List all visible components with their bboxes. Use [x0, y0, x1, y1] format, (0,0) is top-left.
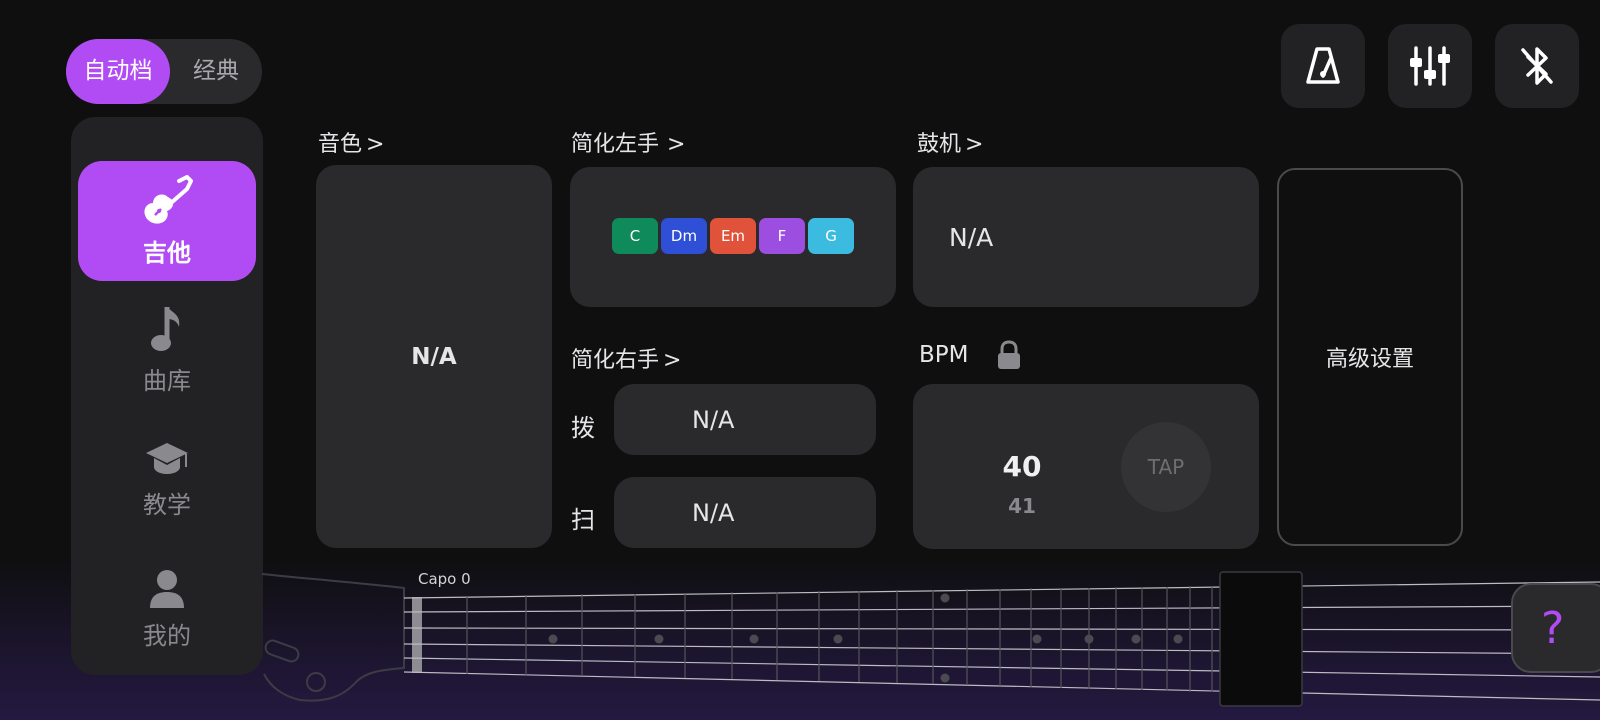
strum-value: N/A	[692, 498, 735, 527]
sidebar-item-guitar[interactable]: 吉他	[78, 161, 256, 281]
tone-card[interactable]: N/A	[316, 165, 552, 548]
chord-chip-f[interactable]: F	[759, 218, 805, 254]
lock-icon[interactable]	[996, 340, 1022, 370]
chord-list: C Dm Em F G	[612, 218, 854, 254]
bpm-title: BPM	[919, 342, 969, 368]
chevron-right-icon: >	[667, 132, 686, 157]
sidebar-item-label: 曲库	[143, 366, 191, 395]
mode-toggle: 自动档 经典	[66, 39, 262, 104]
tuning-peg	[264, 639, 300, 663]
fretboard-viewport-window[interactable]	[1219, 571, 1303, 707]
chord-chip-c[interactable]: C	[612, 218, 658, 254]
right-hand-title[interactable]: 简化右手 >	[571, 342, 681, 374]
mixer-sliders-icon	[1410, 46, 1450, 86]
chevron-right-icon: >	[663, 348, 682, 373]
bluetooth-button[interactable]	[1495, 24, 1579, 108]
sidebar-item-teaching[interactable]: 教学	[78, 419, 256, 539]
strum-label: 扫	[571, 506, 595, 534]
strings	[403, 581, 1600, 701]
chord-chip-g[interactable]: G	[808, 218, 854, 254]
tuning-peg	[306, 672, 326, 692]
drum-title[interactable]: 鼓机 >	[917, 126, 983, 158]
pluck-field[interactable]: N/A	[614, 384, 876, 455]
bpm-value[interactable]: 40	[1000, 450, 1044, 483]
pluck-value: N/A	[692, 405, 735, 434]
chevron-right-icon: >	[965, 132, 984, 157]
guitar-icon	[144, 174, 193, 224]
tone-title-label: 音色	[318, 132, 363, 157]
metronome-button[interactable]	[1281, 24, 1365, 108]
guitar-fretboard[interactable]	[0, 560, 1600, 720]
drum-card[interactable]: N/A	[913, 167, 1259, 307]
mixer-button[interactable]	[1388, 24, 1472, 108]
sidebar-item-library[interactable]: 曲库	[78, 289, 256, 409]
question-mark-icon: ?	[1541, 602, 1565, 654]
drum-value: N/A	[949, 222, 994, 252]
capo-label[interactable]: Capo 0	[418, 570, 471, 588]
mode-auto-button[interactable]: 自动档	[66, 39, 170, 104]
advanced-settings-button[interactable]: 高级设置	[1277, 168, 1463, 546]
left-hand-title[interactable]: 简化左手 >	[571, 126, 685, 158]
help-button[interactable]: ?	[1511, 583, 1600, 673]
strum-field[interactable]: N/A	[614, 477, 876, 548]
pluck-label: 拨	[571, 414, 595, 442]
right-hand-title-label: 简化右手	[571, 348, 660, 373]
drum-title-label: 鼓机	[917, 132, 962, 157]
bluetooth-off-icon	[1521, 47, 1553, 85]
headstock-outline	[261, 573, 405, 702]
music-note-icon	[151, 306, 180, 351]
bpm-next-value[interactable]: 41	[1000, 494, 1044, 518]
tone-title[interactable]: 音色 >	[318, 126, 384, 158]
sidebar-item-label: 吉他	[143, 238, 191, 267]
nut	[412, 597, 422, 673]
chord-chip-dm[interactable]: Dm	[661, 218, 707, 254]
chord-chip-em[interactable]: Em	[710, 218, 756, 254]
mode-classic-button[interactable]: 经典	[170, 39, 262, 104]
graduation-cap-icon	[146, 442, 188, 474]
chevron-right-icon: >	[366, 132, 385, 157]
sidebar-item-label: 教学	[143, 490, 191, 519]
tap-button[interactable]: TAP	[1121, 422, 1211, 512]
metronome-icon	[1306, 47, 1340, 84]
tone-value: N/A	[411, 343, 457, 370]
left-hand-title-label: 简化左手	[571, 132, 660, 157]
